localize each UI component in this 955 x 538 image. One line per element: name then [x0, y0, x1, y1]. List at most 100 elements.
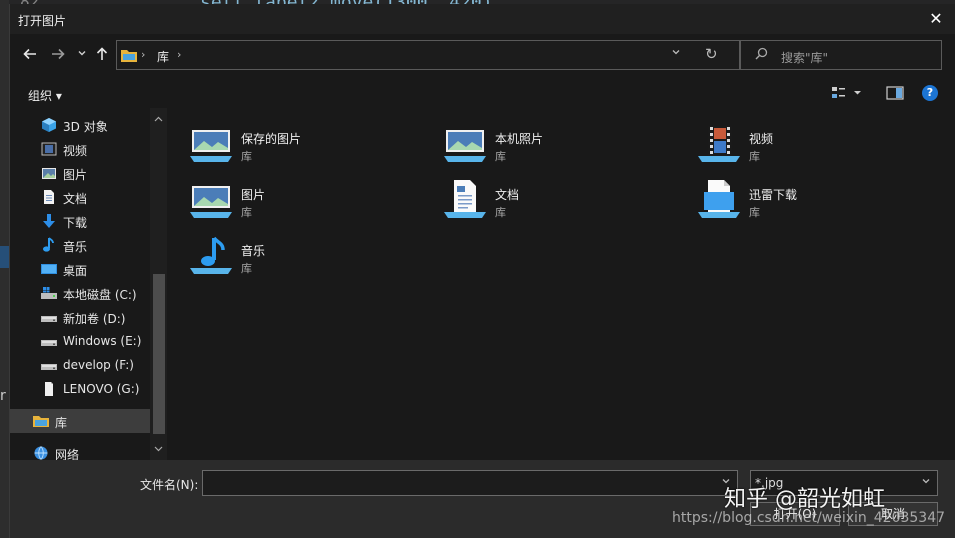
chevron-down-icon[interactable]: [72, 46, 92, 66]
library-type: 库: [241, 206, 252, 219]
drive-icon: [40, 357, 58, 373]
library-tile[interactable]: 保存的图片 库: [168, 116, 408, 166]
filename-input[interactable]: [202, 470, 738, 496]
network-icon: [32, 445, 50, 460]
document-icon: [40, 189, 58, 205]
music-icon: [40, 237, 58, 253]
chevron-down-icon[interactable]: [921, 476, 931, 489]
breadcrumb-chevron-icon[interactable]: ›: [177, 48, 181, 61]
sidebar-item-drive-d[interactable]: 新加卷 (D:): [10, 305, 150, 329]
scrollbar-thumb[interactable]: [153, 274, 165, 434]
sidebar-item-documents[interactable]: 文档: [10, 185, 150, 209]
organize-menu-button[interactable]: 组织 ▾: [28, 87, 62, 104]
arrow-up-icon[interactable]: [92, 46, 112, 66]
drive-icon: [40, 333, 58, 349]
library-name: 文档: [495, 188, 520, 202]
sidebar-item-label: develop (F:): [63, 358, 134, 372]
sidebar-item-desktop[interactable]: 桌面: [10, 257, 150, 281]
breadcrumb-chevron-icon[interactable]: ›: [141, 48, 145, 61]
sidebar-item-label: 新加卷 (D:): [63, 312, 126, 326]
search-placeholder: 搜索"库": [781, 51, 829, 65]
search-icon: [755, 47, 768, 64]
picture-icon: [40, 165, 58, 181]
sidebar-item-videos[interactable]: 视频: [10, 137, 150, 161]
usb-drive-icon: [40, 381, 58, 397]
change-view-button[interactable]: [830, 84, 866, 102]
library-type: 库: [241, 262, 252, 275]
library-name: 图片: [241, 188, 266, 202]
sidebar-item-libraries[interactable]: 库: [10, 409, 150, 433]
open-file-dialog: 打开图片 ✕ › 库 › ↻ 搜索"库" 组织 ▾ ? 3D 对象 视频 图片 …: [9, 4, 955, 538]
cube-3d-icon: [40, 117, 58, 133]
sidebar-item-label: 文档: [63, 192, 88, 206]
library-tile[interactable]: 视频 库: [676, 116, 916, 166]
close-icon[interactable]: ✕: [926, 8, 946, 30]
filename-label: 文件名(N):: [140, 478, 199, 492]
camera-roll-library-icon: [444, 124, 488, 164]
address-bar[interactable]: › 库 › ↻: [116, 40, 740, 70]
zhihu-watermark: 知乎 @韶光如虹: [724, 487, 885, 512]
library-tile[interactable]: 图片 库: [168, 172, 408, 222]
library-name: 音乐: [241, 244, 266, 258]
scroll-up-icon[interactable]: [154, 114, 163, 125]
xunlei-library-icon: [698, 180, 742, 220]
download-icon: [40, 213, 58, 229]
sidebar-item-drive-f[interactable]: develop (F:): [10, 353, 150, 377]
library-name: 保存的图片: [241, 132, 302, 146]
sidebar-item-3d-objects[interactable]: 3D 对象: [10, 113, 150, 137]
sidebar-item-drive-c[interactable]: 本地磁盘 (C:): [10, 281, 150, 305]
sidebar-item-label: 图片: [63, 168, 88, 182]
desktop-icon: [40, 261, 58, 277]
breadcrumb-library[interactable]: 库: [157, 48, 169, 65]
sidebar-item-label: LENOVO (G:): [63, 382, 140, 396]
library-type: 库: [495, 150, 506, 163]
sidebar-item-downloads[interactable]: 下载: [10, 209, 150, 233]
library-tile[interactable]: 文档 库: [422, 172, 662, 222]
editor-fragment: r: [0, 388, 6, 404]
sidebar-item-pictures[interactable]: 图片: [10, 161, 150, 185]
search-box[interactable]: 搜索"库": [740, 40, 942, 70]
video-icon: [40, 141, 58, 157]
library-tile[interactable]: 音乐 库: [168, 228, 408, 278]
sidebar-item-network[interactable]: 网络: [10, 441, 150, 460]
sidebar-item-label: 视频: [63, 144, 88, 158]
library-list: 保存的图片 库 本机照片 库 视频 库 图片 库 文档 库 迅雷下载 库 音乐 …: [168, 108, 955, 460]
refresh-icon[interactable]: ↻: [705, 45, 718, 63]
saved-pictures-library-icon: [190, 124, 234, 164]
library-tile[interactable]: 迅雷下载 库: [676, 172, 916, 222]
blog-watermark: https://blog.csdn.net/weixin_42035347: [672, 510, 946, 526]
sidebar-scrollbar[interactable]: [150, 108, 167, 460]
address-dropdown-icon[interactable]: [671, 47, 681, 60]
scroll-down-icon[interactable]: [154, 444, 163, 455]
pictures-library-icon: [190, 180, 234, 220]
library-folder-icon: [121, 48, 137, 62]
library-type: 库: [495, 206, 506, 219]
system-drive-icon: [40, 285, 58, 301]
sidebar-item-label: 下载: [63, 216, 88, 230]
dialog-title: 打开图片: [18, 14, 67, 28]
documents-library-icon: [444, 180, 488, 220]
library-name: 本机照片: [495, 132, 544, 146]
editor-selection-marker: [0, 246, 9, 268]
sidebar-item-label: 3D 对象: [63, 120, 108, 134]
help-icon[interactable]: ?: [922, 85, 938, 101]
navigation-bar: › 库 › ↻ 搜索"库": [10, 38, 955, 74]
library-type: 库: [749, 150, 760, 163]
library-tile[interactable]: 本机照片 库: [422, 116, 662, 166]
arrow-right-icon[interactable]: [48, 46, 68, 66]
sidebar-item-drive-g[interactable]: LENOVO (G:): [10, 377, 150, 401]
library-type: 库: [749, 206, 760, 219]
library-icon: [32, 413, 50, 429]
preview-pane-icon[interactable]: [886, 84, 906, 102]
music-library-icon: [190, 236, 234, 276]
sidebar-item-drive-e[interactable]: Windows (E:): [10, 329, 150, 353]
editor-left-strip: r: [0, 0, 9, 538]
sidebar-item-label: 本地磁盘 (C:): [63, 288, 137, 302]
navigation-pane: 3D 对象 视频 图片 文档 下载 音乐 桌面 本地磁盘 (C:) 新加卷 (D…: [10, 108, 168, 460]
sidebar-item-label: 网络: [55, 448, 80, 460]
arrow-left-icon[interactable]: [20, 46, 40, 66]
sidebar-item-music[interactable]: 音乐: [10, 233, 150, 257]
sidebar-item-label: 库: [55, 416, 68, 430]
library-name: 迅雷下载: [749, 188, 798, 202]
library-type: 库: [241, 150, 252, 163]
